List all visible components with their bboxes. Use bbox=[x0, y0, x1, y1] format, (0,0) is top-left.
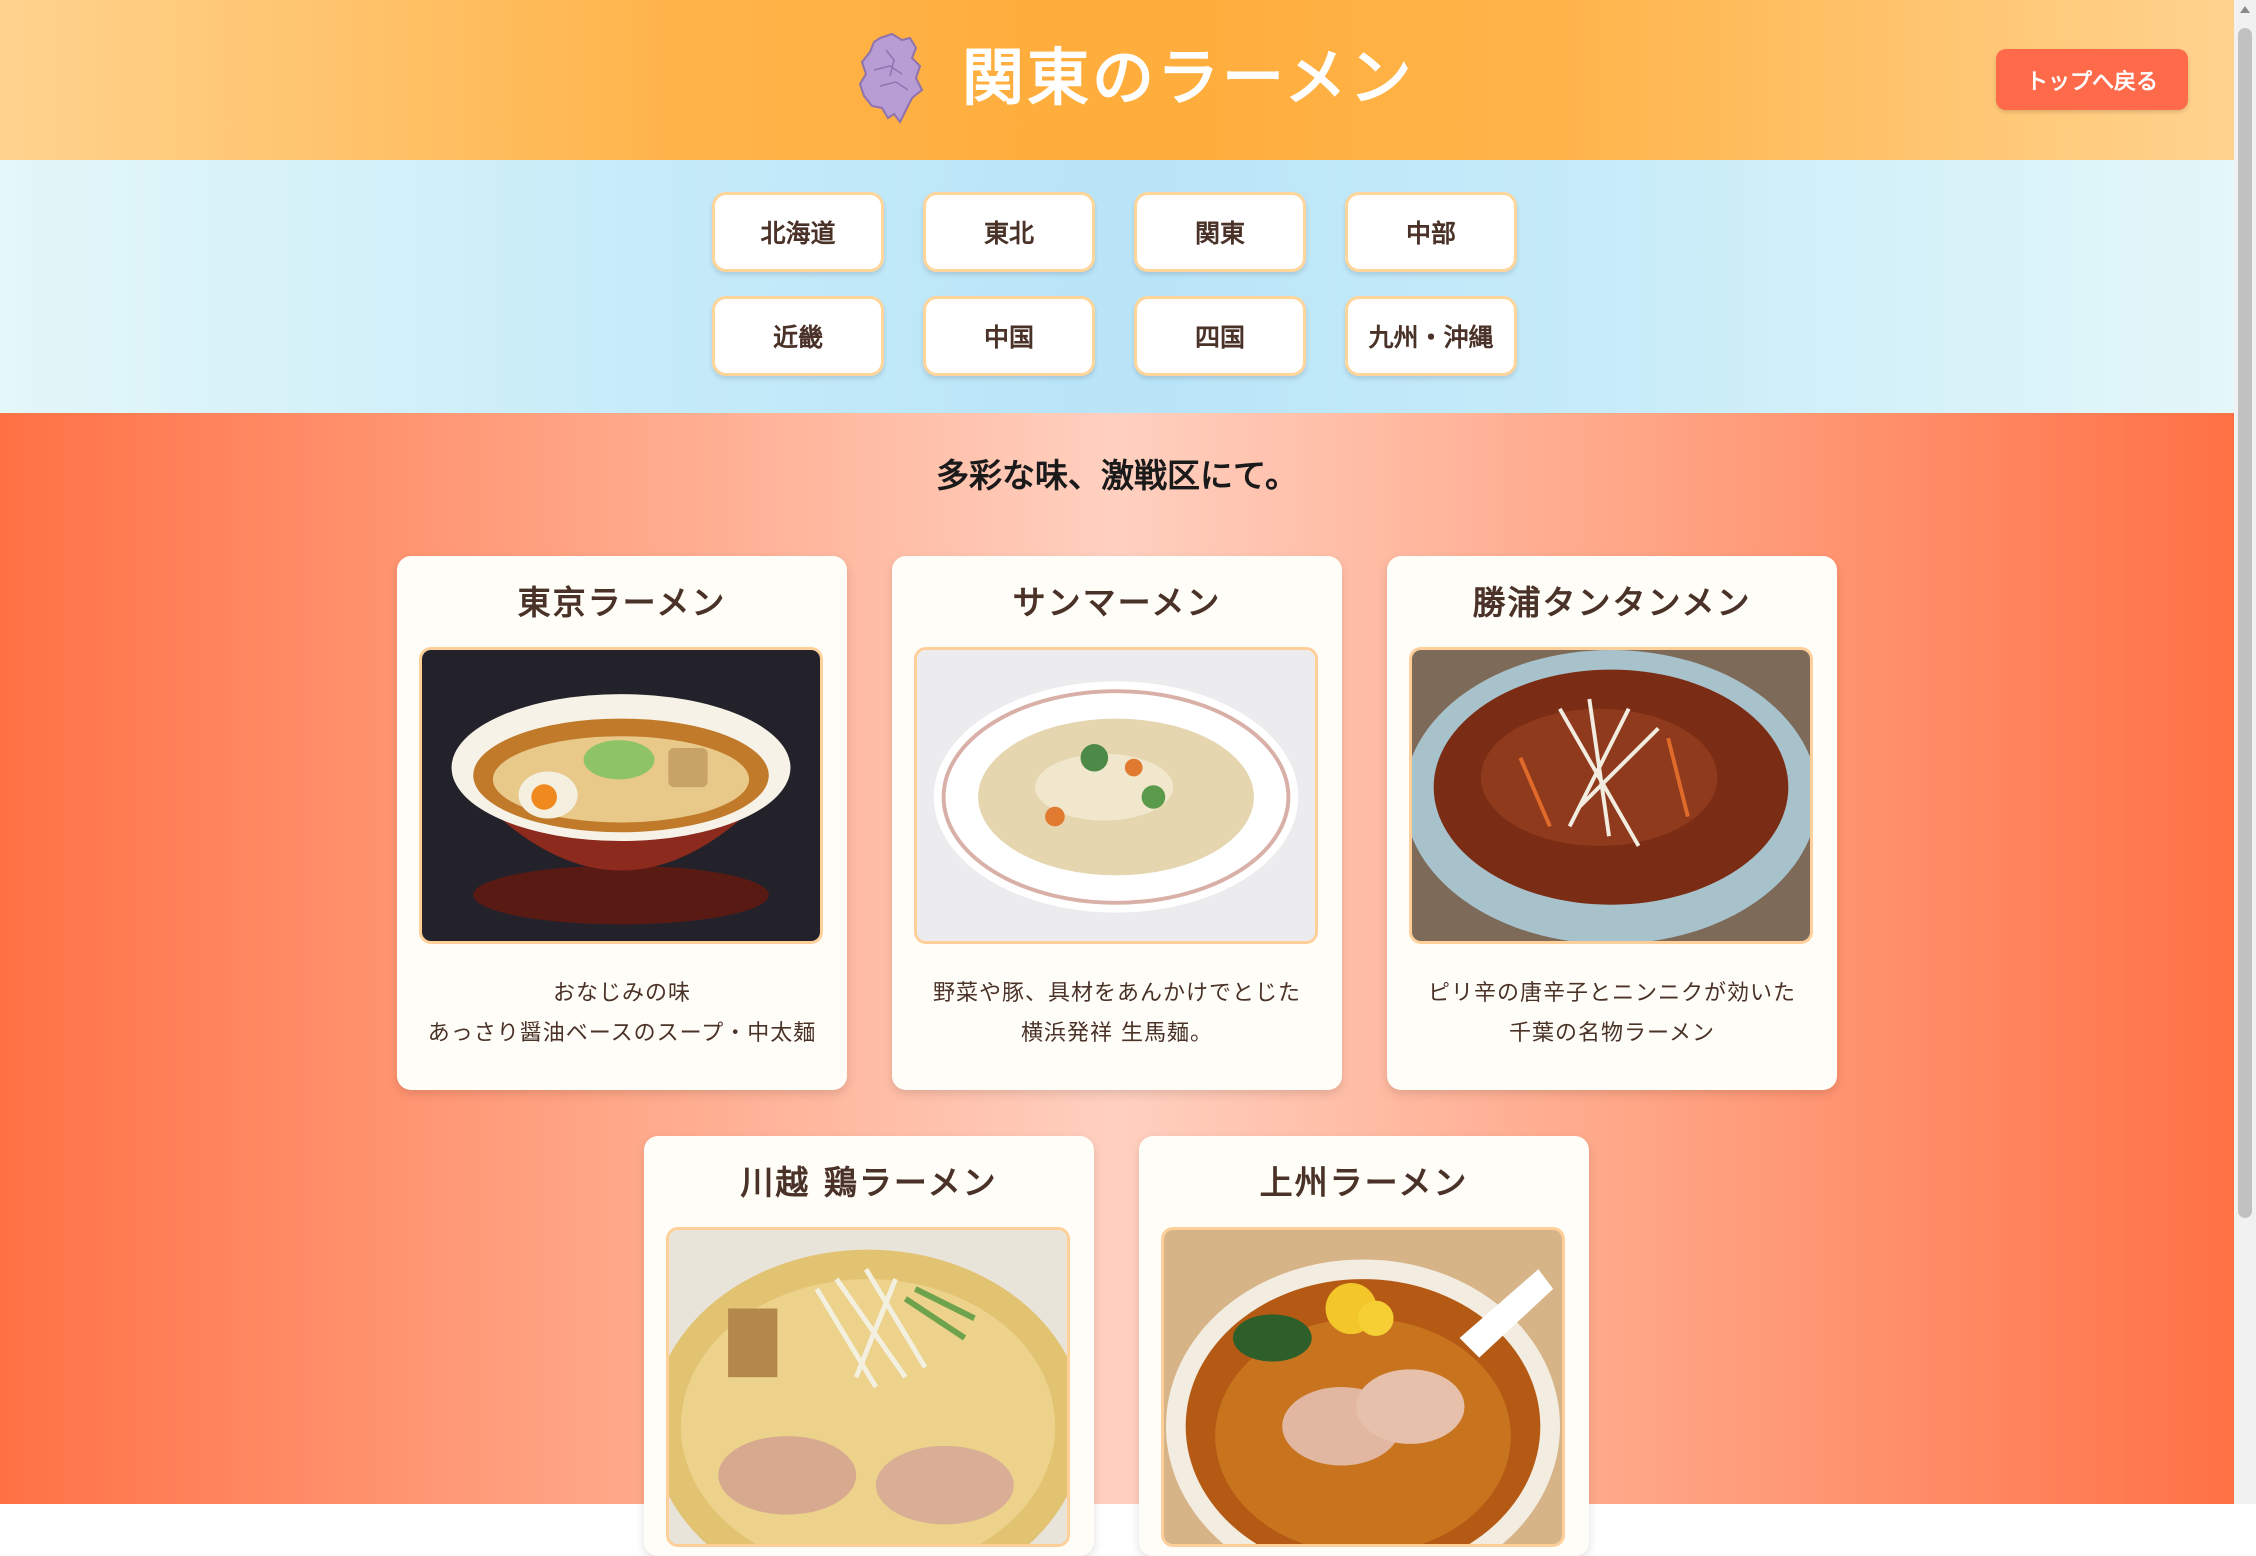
ramen-card-joshu[interactable]: 上州ラーメン bbox=[1139, 1136, 1589, 1556]
card-description-line: ピリ辛の唐辛子とニンニクが効いた bbox=[1427, 981, 1796, 1006]
sanmamen-image bbox=[914, 647, 1318, 944]
page-header: 関東のラーメン トップへ戻る bbox=[0, 0, 2234, 160]
region-navigation: 北海道 東北 関東 中部 近畿 中国 四国 九州・沖縄 bbox=[0, 160, 2234, 413]
card-title: 川越 鶏ラーメン bbox=[740, 1163, 998, 1202]
card-description-line: 野菜や豚、具材をあんかけでとじた bbox=[932, 981, 1301, 1006]
card-description: ピリ辛の唐辛子とニンニクが効いた 千葉の名物ラーメン bbox=[1387, 974, 1837, 1054]
region-button-kyushu-okinawa[interactable]: 九州・沖縄 bbox=[1345, 296, 1517, 376]
kanto-map-icon bbox=[850, 30, 930, 130]
region-button-kinki[interactable]: 近畿 bbox=[712, 296, 884, 376]
region-button-chubu[interactable]: 中部 bbox=[1345, 192, 1517, 272]
card-description-line: おなじみの味 bbox=[552, 981, 691, 1006]
back-to-top-button[interactable]: トップへ戻る bbox=[1996, 49, 2188, 110]
vertical-scrollbar[interactable] bbox=[2234, 0, 2256, 1504]
card-description: おなじみの味 あっさり醤油ベースのスープ・中太麺 bbox=[397, 974, 847, 1054]
ramen-card-kawagoe[interactable]: 川越 鶏ラーメン bbox=[644, 1136, 1094, 1556]
scrollbar-thumb[interactable] bbox=[2238, 28, 2252, 1218]
region-button-tohoku[interactable]: 東北 bbox=[923, 192, 1095, 272]
katsuura-tantanmen-image bbox=[1409, 647, 1813, 944]
region-button-shikoku[interactable]: 四国 bbox=[1134, 296, 1306, 376]
ramen-card-sanmamen[interactable]: サンマーメン 野菜や豚、具材をあんかけでとじた 横浜発祥 生馬麺。 bbox=[892, 556, 1342, 1090]
card-description-line: 横浜発祥 生馬麺。 bbox=[1021, 1021, 1213, 1046]
card-title: 勝浦タンタンメン bbox=[1472, 583, 1752, 622]
kawagoe-tori-ramen-image bbox=[666, 1227, 1070, 1547]
tokyo-ramen-image bbox=[419, 647, 823, 944]
card-description-line: 千葉の名物ラーメン bbox=[1508, 1021, 1716, 1046]
region-button-kanto[interactable]: 関東 bbox=[1134, 192, 1306, 272]
card-title: サンマーメン bbox=[1012, 583, 1222, 622]
scroll-up-arrow-icon[interactable] bbox=[2240, 6, 2250, 13]
section-tagline: 多彩な味、激戦区にて。 bbox=[935, 456, 1298, 495]
region-button-hokkaido[interactable]: 北海道 bbox=[712, 192, 884, 272]
page-title: 関東のラーメン bbox=[962, 41, 1415, 114]
card-description-line: あっさり醤油ベースのスープ・中太麺 bbox=[427, 1021, 817, 1046]
ramen-card-katsuura[interactable]: 勝浦タンタンメン ピリ辛の唐辛子とニンニクが効いた 千葉の名物ラーメン bbox=[1387, 556, 1837, 1090]
region-button-chugoku[interactable]: 中国 bbox=[923, 296, 1095, 376]
card-title: 東京ラーメン bbox=[517, 583, 727, 622]
card-description: 野菜や豚、具材をあんかけでとじた 横浜発祥 生馬麺。 bbox=[892, 974, 1342, 1054]
card-title: 上州ラーメン bbox=[1259, 1163, 1469, 1202]
joshu-ramen-image bbox=[1161, 1227, 1565, 1547]
main-content: 多彩な味、激戦区にて。 東京ラーメン おなじみの味 あっさり醤油ベースのスープ・… bbox=[0, 413, 2234, 1556]
ramen-card-tokyo[interactable]: 東京ラーメン おなじみの味 あっさり醤油ベースのスープ・中太麺 bbox=[397, 556, 847, 1090]
